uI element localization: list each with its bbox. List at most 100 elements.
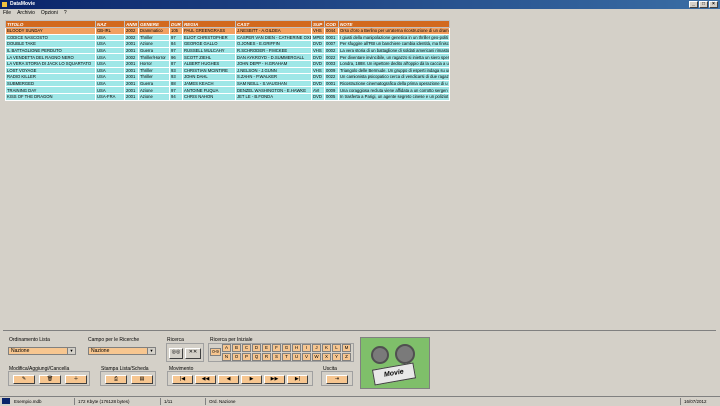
table-row[interactable]: CODICE NASCOSTO USA 2002 Thriller 97 ELIOT CH… xyxy=(5,33,450,42)
print-card-button[interactable]: ▤ xyxy=(131,375,153,384)
binoculars-icon[interactable]: ◎◎ xyxy=(169,348,183,359)
letter-button[interactable]: I xyxy=(302,344,311,352)
column-header[interactable]: ANNI xyxy=(124,20,139,28)
letter-button[interactable]: M xyxy=(342,344,351,352)
menu-file[interactable]: File xyxy=(3,9,11,17)
table-cell: 0022 xyxy=(324,53,339,61)
table-cell: Una coraggiosa recluta viene affidata a … xyxy=(338,86,450,94)
letter-button[interactable]: R xyxy=(262,353,271,361)
column-header[interactable]: COD xyxy=(324,20,339,28)
table-cell: 84 xyxy=(169,40,183,48)
letter-button[interactable]: P xyxy=(242,353,251,361)
letter-button[interactable]: Y xyxy=(332,353,341,361)
table-cell: 0001 xyxy=(324,79,339,88)
letter-button[interactable]: T xyxy=(282,353,291,361)
letter-button[interactable]: Q xyxy=(252,353,261,361)
table-cell: LA VERA STORIA DI JACK LO SQUARTATO xyxy=(5,59,96,68)
table-row[interactable]: BLOODY SUNDAY GB-IRL 2002 Drammatico 105 PAUL… xyxy=(5,27,450,35)
chevron-down-icon[interactable]: ▼ xyxy=(67,348,75,354)
column-header[interactable]: TITOLO xyxy=(5,20,96,28)
table-cell: Drammatico xyxy=(138,27,170,35)
table-row[interactable]: KISS OF THE DRAGON USA-FRA 2001 Azione 94 CHR… xyxy=(5,92,450,101)
table-cell: 0009 xyxy=(324,86,339,94)
table-cell: R.SCHRODER - P.MCKEE xyxy=(235,46,312,55)
column-header[interactable]: GENERE xyxy=(138,20,170,28)
letter-button[interactable]: J xyxy=(312,344,321,352)
print-list-button[interactable]: ⎙ xyxy=(105,375,127,384)
film-reel-icon xyxy=(395,344,415,364)
letter-button[interactable]: V xyxy=(302,353,311,361)
close-button[interactable]: × xyxy=(709,1,718,8)
exit-button[interactable]: ⇥ xyxy=(326,375,348,384)
first-record-button[interactable]: |◀ xyxy=(172,375,193,384)
table-row[interactable]: LA VERA STORIA DI JACK LO SQUARTATO USA 20… xyxy=(5,59,450,68)
letter-button[interactable]: F xyxy=(272,344,281,352)
table-cell: 87 xyxy=(169,59,183,68)
table-cell: 2001 xyxy=(124,86,139,94)
column-header[interactable]: NAZ xyxy=(95,20,125,28)
letter-button[interactable]: U xyxy=(292,353,301,361)
letter-button[interactable]: C xyxy=(242,344,251,352)
column-header[interactable]: DUR xyxy=(169,20,183,28)
table-row[interactable]: IL BATTAGLIONE PERDUTO USA 2001 Guerra 97 RUS… xyxy=(5,46,450,55)
table-row[interactable]: RADIO KILLER USA 2001 Thriller 93 JOHN DAHL S.… xyxy=(5,73,450,81)
prev-page-button[interactable]: ◀◀ xyxy=(195,375,216,384)
letter-button[interactable]: Z xyxy=(342,353,351,361)
letter-button[interactable]: D xyxy=(252,344,261,352)
menu-help[interactable]: ? xyxy=(64,9,67,17)
table-cell: Guerra xyxy=(138,46,170,55)
menu-archivio[interactable]: Archivio xyxy=(17,9,35,17)
letter-button[interactable]: S xyxy=(272,353,281,361)
letter-button[interactable]: G xyxy=(282,344,291,352)
campo-select[interactable]: Nazione ▼ xyxy=(88,347,156,355)
edit-button[interactable]: ✎ xyxy=(13,375,35,384)
column-header[interactable]: SUP xyxy=(311,20,325,28)
table-cell: Ricostruzione cinematografica della prim… xyxy=(338,79,450,88)
next-record-button[interactable]: ▶ xyxy=(241,375,262,384)
table-cell: JOHN DEPP - H.GRAHAM xyxy=(235,59,312,68)
table-cell: TRAINING DAY xyxy=(5,86,96,94)
column-header[interactable]: CAST xyxy=(235,20,312,28)
table-cell: RUSSELL MULCAHY xyxy=(182,46,236,55)
table-cell: CHRIS NAHON xyxy=(182,92,236,101)
letter-button[interactable]: E xyxy=(262,344,271,352)
prev-record-button[interactable]: ◀ xyxy=(218,375,239,384)
table-row[interactable]: TRAINING DAY USA 2001 Azione 97 ANTOINE FUQUA… xyxy=(5,86,450,94)
minimize-button[interactable]: _ xyxy=(689,1,698,8)
menu-opzioni[interactable]: Opzioni xyxy=(41,9,58,17)
letter-button[interactable]: O xyxy=(232,353,241,361)
table-cell: Thriller/Horror xyxy=(138,53,170,61)
range-0-9-button[interactable]: 0-9 xyxy=(210,348,221,356)
table-cell: JAMES KEACH xyxy=(182,79,236,88)
column-header[interactable]: REGIA xyxy=(182,20,236,28)
chevron-down-icon[interactable]: ▼ xyxy=(147,348,155,354)
uscita-group: ⇥ xyxy=(321,371,353,386)
add-button[interactable]: ＋ xyxy=(65,375,87,384)
table-row[interactable]: DOUBLE TAKE USA 2001 Azione 84 GEORGE GALLO O.… xyxy=(5,40,450,48)
table-cell: DVD xyxy=(311,79,325,88)
letter-button[interactable]: K xyxy=(322,344,331,352)
letter-button[interactable]: A xyxy=(222,344,231,352)
letter-button[interactable]: H xyxy=(292,344,301,352)
table-cell: USA-FRA xyxy=(95,92,125,101)
status-date: 16/07/2012 xyxy=(684,399,707,404)
table-row[interactable]: LA VENDETTA DEL RAGNO NERO USA 2002 Thrille… xyxy=(5,53,450,61)
next-page-button[interactable]: ▶▶ xyxy=(264,375,285,384)
table-cell: Per sfuggire all'FBI un banchiere cambia… xyxy=(338,40,450,48)
delete-button[interactable]: 🗑 xyxy=(39,375,61,384)
letter-button[interactable]: X xyxy=(322,353,331,361)
table-row[interactable]: LOST VOYAGE USA 2001 Thriller 93 CHRISTIAN MC… xyxy=(5,66,450,75)
table-cell: DVD xyxy=(311,73,325,81)
table-cell: 96 xyxy=(169,53,183,61)
search-clear-icon[interactable]: ✕✕ xyxy=(185,348,201,359)
column-header[interactable]: NOTE xyxy=(338,20,450,28)
letter-button[interactable]: B xyxy=(232,344,241,352)
letter-button[interactable]: L xyxy=(332,344,341,352)
maximize-button[interactable]: □ xyxy=(699,1,708,8)
letter-button[interactable]: W xyxy=(312,353,321,361)
table-row[interactable]: SUBMERGED USA 2001 Guerra 88 JAMES KEACH SAM N… xyxy=(5,79,450,88)
letter-button[interactable]: N xyxy=(222,353,231,361)
last-record-button[interactable]: ▶| xyxy=(287,375,308,384)
ordinamento-select[interactable]: Nazione ▼ xyxy=(8,347,76,355)
table-cell: 0003 xyxy=(324,59,339,68)
